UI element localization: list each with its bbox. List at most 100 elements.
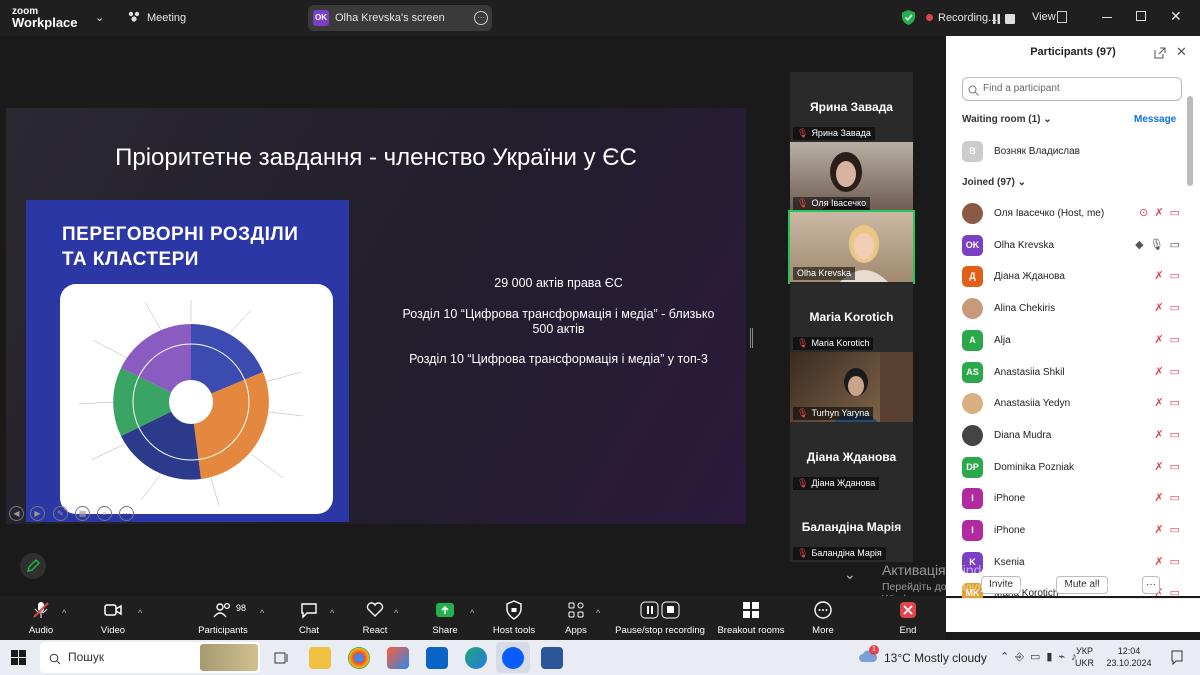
mic-camera-muted-icons[interactable]: ✗▭	[1154, 365, 1186, 378]
minimize-icon[interactable]	[1102, 17, 1112, 18]
chat-label: Chat	[298, 625, 320, 636]
slide-title: Пріоритетне завдання - членство України …	[115, 144, 637, 171]
participant-row[interactable]: Alina Chekiris ✗▭	[962, 295, 1186, 323]
chevron-down-icon[interactable]: ⌄	[95, 11, 104, 24]
more-options-icon[interactable]: ···	[474, 11, 488, 25]
message-waiting-link[interactable]: Message	[1134, 114, 1176, 125]
mic-camera-muted-icons[interactable]: ✗▭	[1154, 301, 1186, 314]
file-explorer-icon[interactable]	[309, 647, 331, 669]
mic-camera-muted-icons[interactable]: ✗▭	[1154, 491, 1186, 504]
panel-scrollbar[interactable]	[1187, 96, 1193, 186]
pause-stop-recording-button[interactable]: Pause/stop recording	[612, 600, 708, 636]
participant-row[interactable]: IiPhone ✗▭	[962, 485, 1186, 513]
react-options-caret-icon[interactable]: ^	[394, 608, 398, 618]
notifications-icon[interactable]	[1170, 649, 1184, 666]
system-tray-icons[interactable]: ⌃⎆▭▮⌁♪	[1000, 650, 1083, 664]
participant-row[interactable]: OK Olha Krevska ◆🎙▭	[962, 232, 1186, 260]
gallery-tile[interactable]: Maria Korotich 🎙 Maria Korotich	[790, 282, 913, 352]
tile-name-label: 🎙 Оля Івасечко	[793, 197, 871, 210]
slide-next-icon[interactable]: ▶	[30, 506, 45, 521]
participant-row[interactable]: AS Anastasiia Shkil ✗▭	[962, 359, 1186, 387]
recording-controls[interactable]	[992, 12, 1016, 24]
breakout-rooms-button[interactable]: Breakout rooms	[716, 600, 786, 636]
chat-button[interactable]: Chat	[274, 600, 344, 636]
gallery-tile-video[interactable]: 🎙 Оля Івасечко	[790, 142, 913, 212]
share-button[interactable]: Share	[410, 600, 480, 636]
joined-header[interactable]: Joined (97) ⌄	[962, 177, 1026, 188]
edge-icon[interactable]	[465, 647, 487, 669]
store-icon[interactable]	[387, 647, 409, 669]
mail-icon[interactable]	[426, 647, 448, 669]
participant-row[interactable]: Diana Mudra ✗▭	[962, 422, 1186, 450]
close-icon[interactable]: ✕	[1170, 8, 1182, 25]
participants-options-caret-icon[interactable]: ^	[260, 608, 264, 618]
mic-camera-muted-icons[interactable]: ✗▭	[1154, 396, 1186, 409]
mic-muted-icon: 🎙	[797, 408, 809, 418]
clock[interactable]: 12:04 23.10.2024	[1104, 645, 1154, 669]
participant-row[interactable]: DP Dominika Pozniak ✗▭	[962, 454, 1186, 482]
gallery-tile-video[interactable]: 🎙 Turhyn Yaryna	[790, 352, 913, 422]
participant-row[interactable]: Anastasiia Yedyn ✗▭	[962, 390, 1186, 418]
slide-text-3: Розділ 10 “Цифрова трансформація і медіа…	[409, 352, 708, 366]
audio-options-caret-icon[interactable]: ^	[62, 608, 66, 618]
participant-row[interactable]: A Alja ✗▭	[962, 327, 1186, 355]
waiting-participant[interactable]: В Возняк Владислав	[962, 138, 1186, 166]
search-input[interactable]: Find a participant	[962, 77, 1182, 101]
apps-button[interactable]: Apps	[541, 600, 611, 636]
video-options-caret-icon[interactable]: ^	[138, 608, 142, 618]
end-button[interactable]: End	[873, 600, 943, 636]
gallery-tile[interactable]: Баландіна Марія 🎙 Баландіна Марія	[790, 492, 913, 562]
word-icon[interactable]	[541, 647, 563, 669]
mic-camera-muted-icons[interactable]: ✗▭	[1154, 269, 1186, 282]
mic-camera-muted-icons[interactable]: ✗▭	[1154, 333, 1186, 346]
mic-camera-muted-icons[interactable]: ✗▭	[1154, 460, 1186, 473]
language-indicator[interactable]: УКР UKR	[1075, 645, 1094, 669]
apps-options-caret-icon[interactable]: ^	[596, 608, 600, 618]
audio-button[interactable]: Audio	[6, 600, 76, 636]
chat-options-caret-icon[interactable]: ^	[330, 608, 334, 618]
annotate-pen-icon[interactable]	[20, 553, 46, 579]
avatar	[962, 393, 983, 415]
slide-more-icon[interactable]: ⋯	[119, 506, 134, 521]
popout-icon[interactable]	[1154, 46, 1166, 59]
host-tools-button[interactable]: Host tools	[479, 600, 549, 636]
gallery-tile-active-speaker[interactable]: Olha Krevska	[788, 210, 915, 284]
close-panel-icon[interactable]: ✕	[1176, 44, 1187, 60]
slides-grid-icon[interactable]: ▦	[75, 506, 90, 521]
windows-taskbar: Пошук 1 13°C Mostly cloudy ⌃⎆▭▮⌁♪ УКР UK…	[0, 640, 1200, 675]
participant-row[interactable]: Д Діана Жданова ✗▭	[962, 263, 1186, 291]
meeting-label[interactable]: Meeting	[147, 12, 186, 24]
task-view-icon[interactable]	[270, 647, 292, 669]
shared-screen-pill[interactable]: OK Olha Krevska's screen ···	[308, 5, 492, 31]
weather-widget[interactable]: 13°C Mostly cloudy	[884, 651, 987, 665]
view-menu[interactable]: View	[1032, 11, 1056, 23]
avatar: В	[962, 141, 983, 162]
gallery-tile[interactable]: Ярина Завада 🎙 Ярина Завада	[790, 72, 913, 142]
restore-icon[interactable]	[1136, 11, 1146, 21]
participant-row[interactable]: Оля Івасечко (Host, me) ⊙✗▭	[962, 200, 1186, 228]
react-button[interactable]: React	[340, 600, 410, 636]
more-button[interactable]: More	[788, 600, 858, 636]
zoom-app-icon[interactable]	[502, 647, 524, 669]
waiting-room-header[interactable]: Waiting room (1) ⌄	[962, 114, 1052, 125]
slide-prev-icon[interactable]: ◀	[9, 506, 24, 521]
zoom-slide-icon[interactable]: ⌕	[97, 506, 112, 521]
mic-camera-muted-icons[interactable]: ✗▭	[1154, 523, 1186, 536]
chevron-down-icon: ⌄	[1043, 114, 1052, 125]
recording-controls-icon	[612, 600, 708, 622]
participants-button[interactable]: Participants	[188, 600, 258, 636]
mic-camera-muted-icons[interactable]: ⊙✗▭	[1139, 206, 1186, 219]
share-mic-camera-icons[interactable]: ◆🎙▭	[1135, 238, 1186, 251]
video-button[interactable]: Video	[78, 600, 148, 636]
pen-icon[interactable]: ✎	[53, 506, 68, 521]
shield-icon[interactable]	[902, 10, 915, 25]
chrome-icon[interactable]	[348, 647, 370, 669]
mic-camera-muted-icons[interactable]: ✗▭	[1154, 428, 1186, 441]
tile-display-name: Баландіна Марія	[801, 520, 902, 534]
gallery-scroll-down-icon[interactable]: ⌄	[844, 566, 856, 583]
participant-row[interactable]: IiPhone ✗▭	[962, 517, 1186, 545]
gallery-tile[interactable]: Діана Жданова 🎙 Діана Жданова	[790, 422, 913, 492]
share-options-caret-icon[interactable]: ^	[470, 608, 474, 618]
windows-start-icon[interactable]	[11, 650, 26, 665]
gallery-resize-handle[interactable]	[750, 328, 753, 348]
